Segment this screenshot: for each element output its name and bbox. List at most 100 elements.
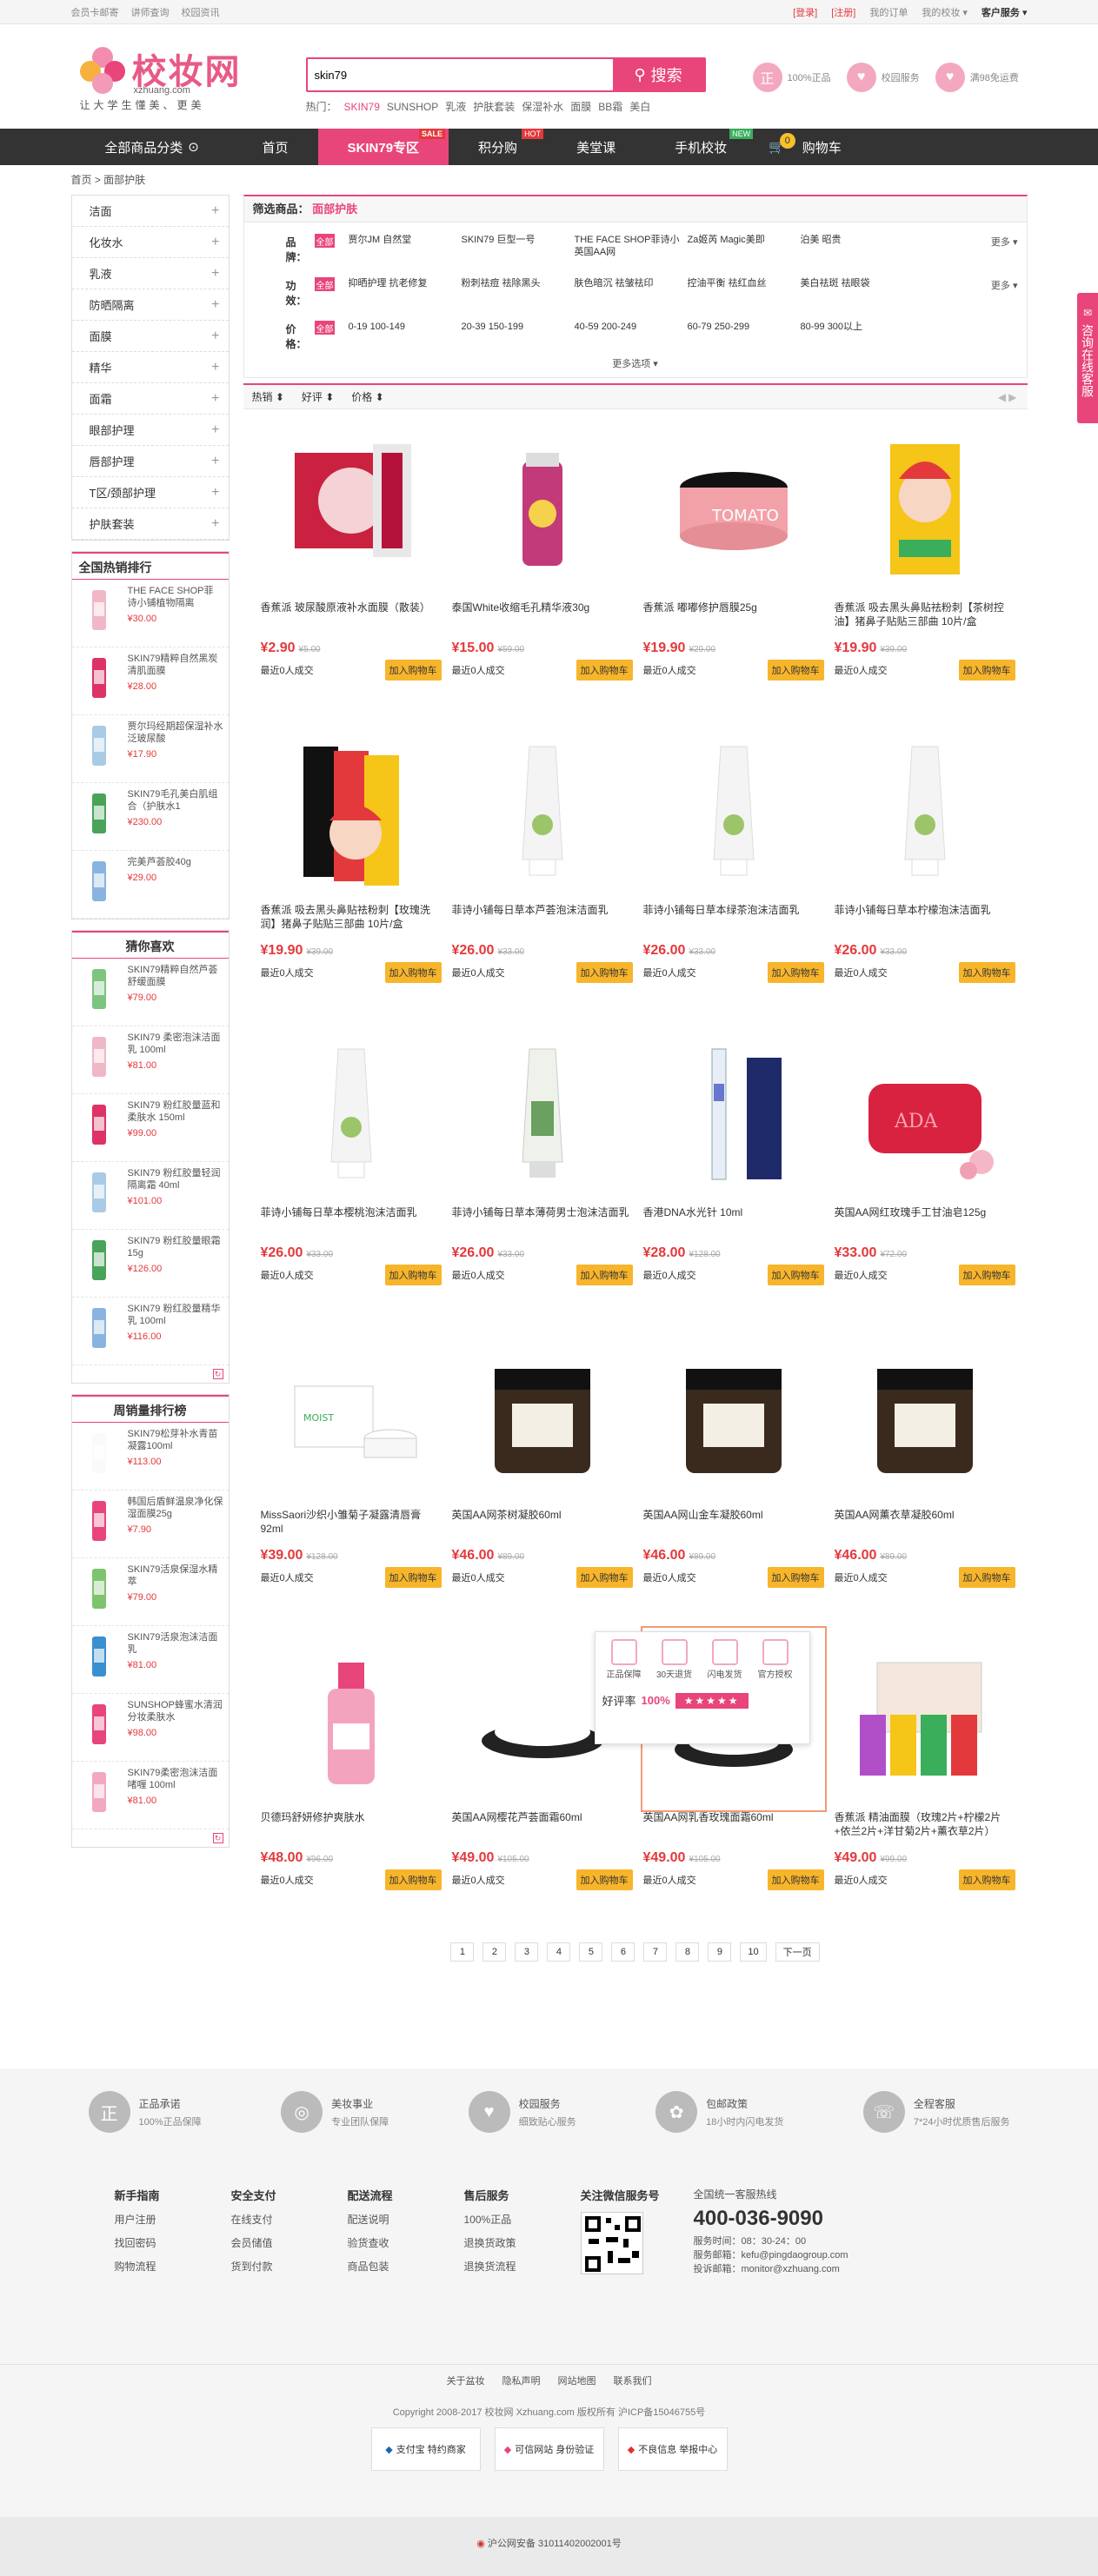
product-card[interactable]: 英国AA网山金车凝胶60ml ¥46.00 ¥89.00 最近0人成交 加入购物车 xyxy=(638,1325,829,1628)
product-image[interactable] xyxy=(842,427,1008,592)
product-image[interactable] xyxy=(269,729,434,894)
filter-option[interactable]: 控油平衡 祛红血丝 xyxy=(688,277,801,309)
product-image[interactable] xyxy=(842,1334,1008,1499)
nav-item[interactable]: 积分购 HOT xyxy=(449,129,547,165)
product-title[interactable]: MissSaori沙织小雏菊子凝露清唇膏92ml xyxy=(261,1508,442,1536)
more-button[interactable]: ↻ xyxy=(72,1365,229,1383)
add-to-cart-button[interactable]: 加入购物车 xyxy=(576,1265,633,1285)
page-link[interactable]: 2 xyxy=(482,1942,507,1962)
side-product[interactable]: SKIN79活泉保湿水精萃 ¥79.00 xyxy=(71,1558,229,1626)
product-title[interactable]: 贝德玛舒妍修护爽肤水 xyxy=(261,1810,442,1838)
search-button[interactable]: ⚲ 搜索 xyxy=(612,59,704,90)
footer-link[interactable]: 购物流程 xyxy=(115,2259,231,2274)
side-product[interactable]: SKIN79精粹自然芦荟舒缓面膜 ¥79.00 xyxy=(71,959,229,1026)
product-image[interactable]: ADA xyxy=(842,1032,1008,1197)
add-to-cart-button[interactable]: 加入购物车 xyxy=(576,1567,633,1588)
hotword-link[interactable]: 护肤套装 xyxy=(473,101,515,113)
top-link[interactable]: 会员卡邮寄 xyxy=(71,8,119,18)
filter-all-tag[interactable]: 全部 xyxy=(315,234,335,248)
add-to-cart-button[interactable]: 加入购物车 xyxy=(767,962,824,983)
product-card[interactable]: 菲诗小铺每日草本绿茶泡沫洁面乳 ¥26.00 ¥33.00 最近0人成交 加入购物车 xyxy=(638,720,829,1023)
add-to-cart-button[interactable]: 加入购物车 xyxy=(576,962,633,983)
product-card[interactable]: ADA 英国AA网红玫瑰手工甘油皂125g ¥33.00 ¥72.00 最近0人成交 加入… xyxy=(829,1023,1021,1325)
trust-badge[interactable]: ◆ 支付宝 特约商家 xyxy=(370,2427,481,2471)
side-product[interactable]: SKIN79活泉泡沫洁面乳 ¥81.00 xyxy=(71,1626,229,1694)
product-title[interactable]: 香蕉派 嘟嘟修护唇膜25g xyxy=(643,601,824,628)
product-title[interactable]: 英国AA网山金车凝胶60ml xyxy=(643,1508,824,1536)
filter-option[interactable]: 泊美 昭贵 xyxy=(801,234,914,266)
cart-button[interactable]: 🛒 0 购物车 xyxy=(769,133,842,156)
side-product[interactable]: SKIN79毛孔美白肌组合（护肤水1 ¥230.00 xyxy=(71,783,229,851)
hotword-link[interactable]: 面膜 xyxy=(570,101,591,113)
product-title[interactable]: 菲诗小铺每日草本绿茶泡沫洁面乳 xyxy=(643,903,824,931)
top-link[interactable]: 我的校妆 ▾ xyxy=(922,8,968,18)
page-link[interactable]: 下一页 xyxy=(775,1942,820,1962)
side-product[interactable]: 完美芦荟胶40g ¥29.00 xyxy=(71,851,229,919)
product-title[interactable]: 菲诗小铺每日草本芦荟泡沫洁面乳 xyxy=(452,903,633,931)
filter-option[interactable]: 肤色暗沉 祛皱祛印 xyxy=(575,277,688,309)
side-product[interactable]: 韩国后盾鲜温泉净化保湿面膜25g ¥7.90 xyxy=(71,1490,229,1558)
filter-option[interactable]: Za姬芮 Magic美即 xyxy=(688,234,801,266)
top-link[interactable]: [登录] xyxy=(793,8,817,18)
footer-link[interactable]: 100%正品 xyxy=(464,2212,581,2227)
product-image[interactable] xyxy=(651,729,816,894)
page-link[interactable]: 3 xyxy=(515,1942,539,1962)
add-to-cart-button[interactable]: 加入购物车 xyxy=(384,962,442,983)
footer-bottom-link[interactable]: 联系我们 xyxy=(614,2376,652,2387)
add-to-cart-button[interactable]: 加入购物车 xyxy=(384,1869,442,1890)
category-item[interactable]: 精华 + xyxy=(71,352,229,383)
product-card[interactable]: 英国AA网樱花芦荟面霜60ml ¥49.00 ¥105.00 最近0人成交 加入购物车正… xyxy=(447,1628,810,1930)
product-card[interactable]: 香蕉派 精油面膜（玫瑰2片+柠檬2片+依兰2片+洋甘菊2片+薰衣草2片） ¥49.… xyxy=(829,1628,1021,1930)
footer-link[interactable]: 在线支付 xyxy=(231,2212,348,2227)
product-card[interactable]: 香蕉派 吸去黑头鼻贴祛粉刺【茶树控油】猪鼻子贴贴三部曲 10片/盒 ¥19.90 ¥… xyxy=(829,418,1021,720)
site-logo[interactable]: 校妆网 xzhuang.com 让大学生懂美、更美 xyxy=(79,43,254,113)
side-product[interactable]: SKIN79 柔密泡沫洁面乳 100ml ¥81.00 xyxy=(71,1026,229,1094)
all-categories-menu[interactable]: 全部商品分类 ⊙ xyxy=(71,129,233,165)
side-product[interactable]: 贾尔玛经期超保湿补水泛玻尿酸 ¥17.90 xyxy=(71,715,229,783)
product-title[interactable]: 香蕉派 吸去黑头鼻贴祛粉刺【茶树控油】猪鼻子贴贴三部曲 10片/盒 xyxy=(835,601,1015,628)
product-card[interactable]: 菲诗小铺每日草本芦荟泡沫洁面乳 ¥26.00 ¥33.00 最近0人成交 加入购物车 xyxy=(447,720,638,1023)
product-title[interactable]: 英国AA网茶树凝胶60ml xyxy=(452,1508,633,1536)
filter-option[interactable]: 贾尔JM 自然堂 xyxy=(349,234,462,266)
trust-badge[interactable]: ◆ 不良信息 举报中心 xyxy=(617,2427,728,2471)
hotword-link[interactable]: 保湿补水 xyxy=(522,101,563,113)
product-title[interactable]: 泰国White收缩毛孔精华液30g xyxy=(452,601,633,628)
product-title[interactable]: 菲诗小铺每日草本樱桃泡沫洁面乳 xyxy=(261,1205,442,1233)
filter-option[interactable]: 0-19 100-149 xyxy=(349,321,462,353)
side-product[interactable]: SKIN79 粉红胶量轻润隔离霜 40ml ¥101.00 xyxy=(71,1162,229,1230)
category-item[interactable]: 洁面 + xyxy=(71,196,229,227)
product-card[interactable]: 贝德玛舒妍修护爽肤水 ¥48.00 ¥96.00 最近0人成交 加入购物车 xyxy=(256,1628,447,1930)
page-link[interactable]: 4 xyxy=(547,1942,571,1962)
footer-link[interactable]: 会员储值 xyxy=(231,2235,348,2250)
footer-link[interactable]: 货到付款 xyxy=(231,2259,348,2274)
footer-link[interactable]: 找回密码 xyxy=(115,2235,231,2250)
page-link[interactable]: 6 xyxy=(611,1942,636,1962)
product-title[interactable]: 香蕉派 吸去黑头鼻贴祛粉刺【玫瑰洗润】猪鼻子贴贴三部曲 10片/盒 xyxy=(261,903,442,931)
add-to-cart-button[interactable]: 加入购物车 xyxy=(767,1567,824,1588)
product-image[interactable] xyxy=(842,729,1008,894)
footer-link[interactable]: 退换货政策 xyxy=(464,2235,581,2250)
side-product[interactable]: SKIN79柔密泡沫洁面啫喱 100ml ¥81.00 xyxy=(71,1762,229,1829)
product-image[interactable] xyxy=(651,1334,816,1499)
product-title[interactable]: 菲诗小铺每日草本薄荷男士泡沫洁面乳 xyxy=(452,1205,633,1233)
side-product[interactable]: THE FACE SHOP菲诗小铺植物隔离 ¥30.00 xyxy=(71,580,229,647)
add-to-cart-button[interactable]: 加入购物车 xyxy=(958,660,1015,681)
product-title[interactable]: 英国AA网乳香玫瑰面霜60ml xyxy=(643,1810,824,1838)
footer-bottom-link[interactable]: 网站地图 xyxy=(558,2376,596,2387)
side-product[interactable]: SKIN79 粉红胶量眼霜 15g ¥126.00 xyxy=(71,1230,229,1298)
top-link[interactable]: 我的订单 xyxy=(869,8,908,18)
category-item[interactable]: 化妆水 + xyxy=(71,227,229,258)
side-product[interactable]: SUNSHOP蜂蜜水清润分妆柔肤水 ¥98.00 xyxy=(71,1694,229,1762)
product-title[interactable]: 香蕉派 精油面膜（玫瑰2片+柠檬2片+依兰2片+洋甘菊2片+薰衣草2片） xyxy=(835,1810,1015,1838)
filter-all-tag[interactable]: 全部 xyxy=(315,277,335,291)
nav-item[interactable]: 美堂课 xyxy=(547,129,645,165)
category-item[interactable]: 面霜 + xyxy=(71,383,229,415)
product-image[interactable] xyxy=(842,1637,1008,1802)
filter-option[interactable]: 粉刺祛痘 祛除黑头 xyxy=(462,277,575,309)
add-to-cart-button[interactable]: 加入购物车 xyxy=(767,660,824,681)
filter-option[interactable]: 美白祛斑 祛眼袋 xyxy=(801,277,914,309)
hotword-link[interactable]: SUNSHOP xyxy=(387,101,438,113)
add-to-cart-button[interactable]: 加入购物车 xyxy=(384,1567,442,1588)
product-image[interactable] xyxy=(460,1032,625,1197)
sort-option[interactable]: 价格 ⬍ xyxy=(351,389,383,404)
